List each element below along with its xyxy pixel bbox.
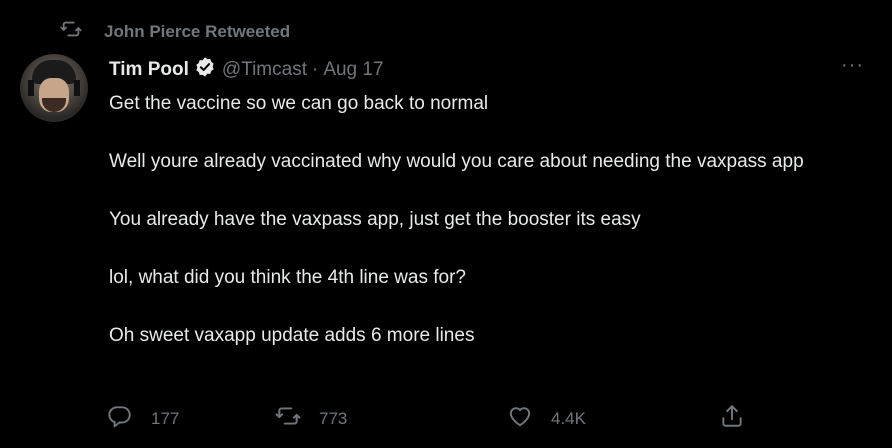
tweet-date[interactable]: Aug 17 [323,59,383,81]
tweet-line: You already have the vaxpass app, just g… [109,209,641,230]
like-button[interactable]: 4.4K [507,403,586,434]
retweet-icon [275,403,319,434]
reply-icon [107,403,151,434]
tweet-line: Get the vaccine so we can go back to nor… [109,93,489,114]
reply-count: 177 [151,408,180,428]
avatar[interactable] [20,54,88,122]
heart-icon [507,403,551,434]
tweet-line: lol, what did you think the 4th line was… [109,267,466,288]
retweet-context-text[interactable]: John Pierce Retweeted [104,22,290,42]
tweet-actions: 177 773 4.4K [107,403,747,435]
author-handle[interactable]: @Timcast [222,59,307,81]
retweet-button[interactable]: 773 [275,403,347,434]
verified-badge-icon [189,56,222,84]
retweet-icon [60,18,104,45]
tweet-header: Tim Pool @Timcast · Aug 17 [109,56,384,84]
tweet-text: Get the vaccine so we can go back to nor… [109,89,879,379]
share-icon [719,403,745,434]
retweet-context[interactable]: John Pierce Retweeted [60,18,290,45]
author-name[interactable]: Tim Pool [109,59,189,81]
share-button[interactable] [719,403,745,434]
retweet-count: 773 [319,408,348,428]
header-separator: · [311,59,319,80]
tweet-line: Well youre already vaccinated why would … [109,151,804,172]
like-count: 4.4K [551,408,586,428]
more-options-icon[interactable]: ··· [841,54,864,77]
tweet-line: Oh sweet vaxapp update adds 6 more lines [109,325,475,346]
reply-button[interactable]: 177 [107,403,179,434]
avatar-headphones [28,80,80,96]
